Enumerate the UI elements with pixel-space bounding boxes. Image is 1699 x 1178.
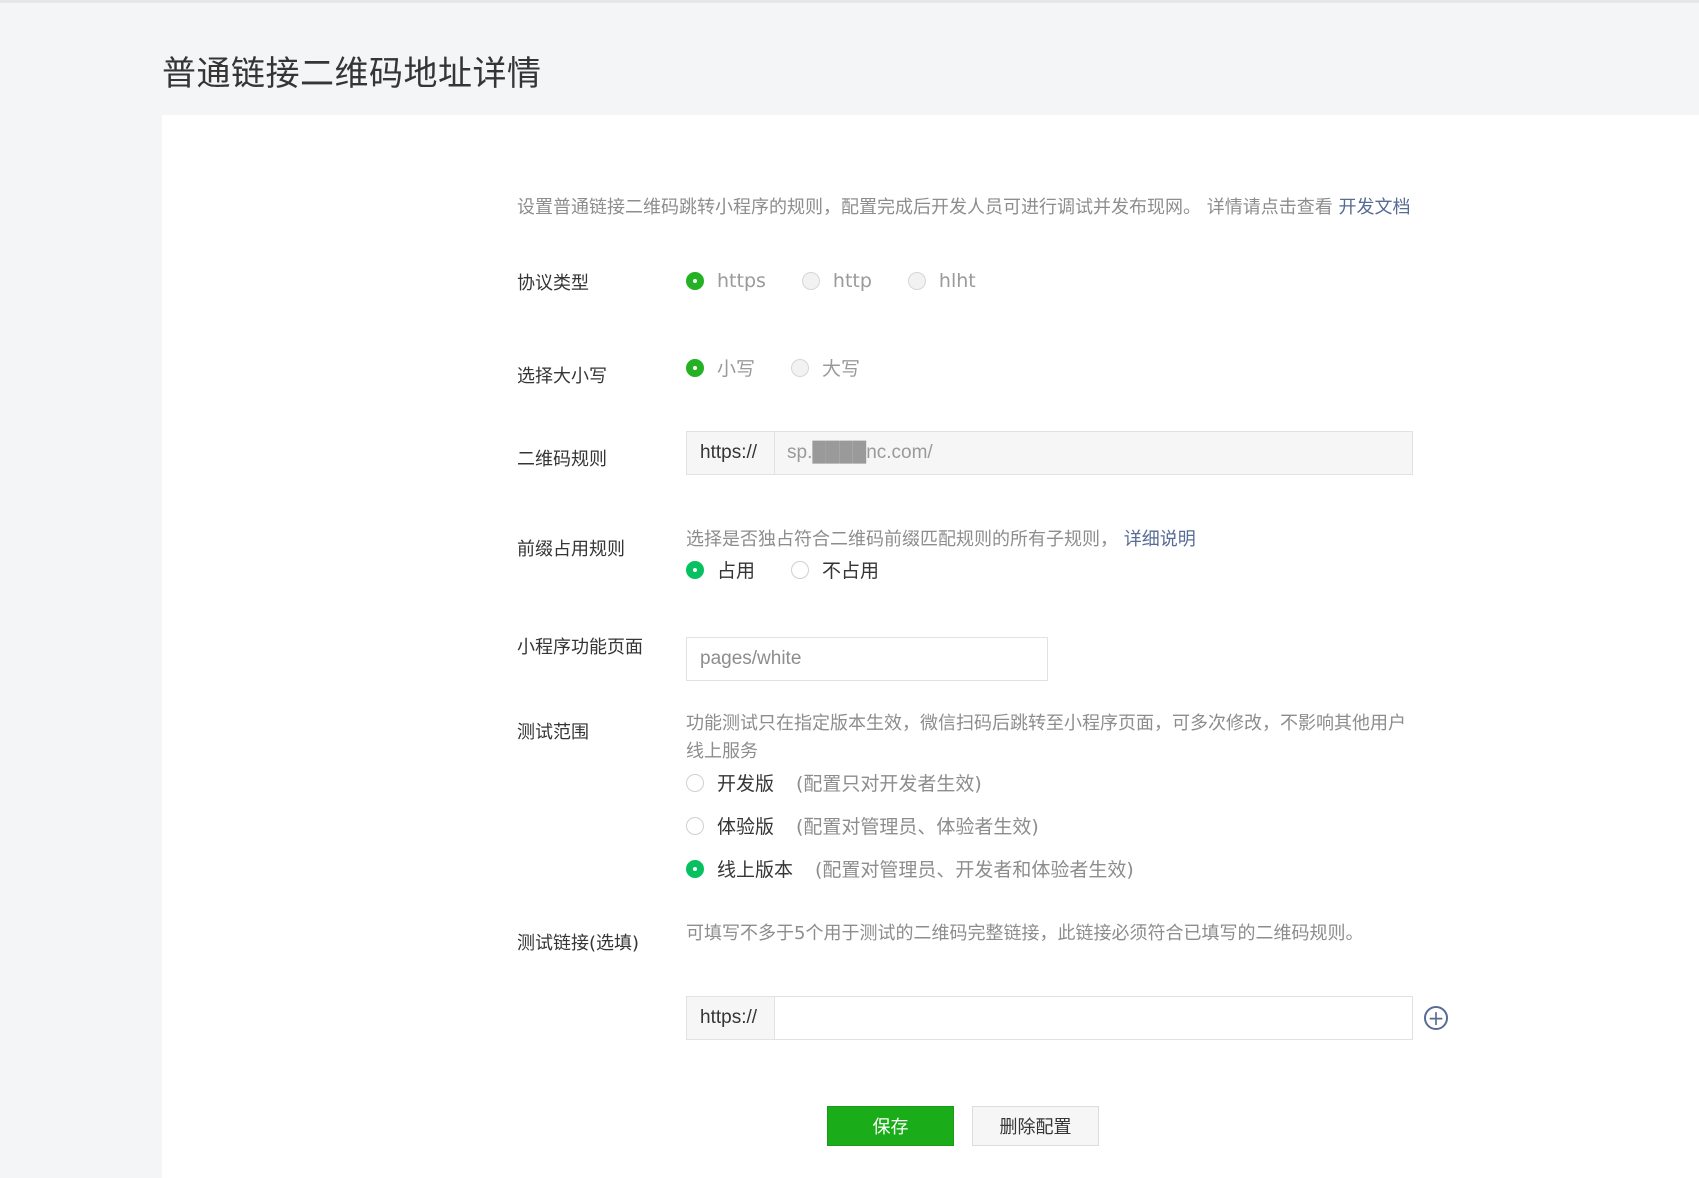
qr-rule-value: sp.████nc.com/ (787, 442, 933, 463)
scope-radio-release[interactable]: 线上版本 (配置对管理员、开发者和体验者生效) (686, 855, 1134, 882)
test-scope-label: 测试范围 (517, 722, 589, 743)
prefix-option-occupy[interactable]: 占用 (686, 556, 755, 583)
option-label: http (832, 270, 872, 292)
option-label: 大写 (822, 358, 861, 380)
prefix-rule-hint: 选择是否独占符合二维码前缀匹配规则的所有子规则， 详细说明 (686, 526, 1196, 554)
top-divider (0, 0, 1699, 3)
radio-icon (686, 859, 704, 878)
protocol-label: 协议类型 (517, 273, 589, 294)
option-note: (配置只对开发者生效) (796, 773, 982, 795)
test-link-hint: 可填写不多于5个用于测试的二维码完整链接，此链接必须符合已填写的二维码规则。 (686, 923, 1364, 944)
case-option-upper[interactable]: 大写 (791, 354, 860, 381)
radio-icon (686, 816, 704, 835)
radio-icon (801, 272, 820, 290)
prefix-rule-radio-group: 占用 不占用 (686, 556, 915, 583)
test-scope-hint: 功能测试只在指定版本生效，微信扫码后跳转至小程序页面，可多次修改，不影响其他用户… (686, 713, 1406, 762)
option-note: (配置对管理员、体验者生效) (796, 816, 1039, 838)
page-title: 普通链接二维码地址详情 (162, 54, 542, 94)
protocol-option-https[interactable]: https (686, 270, 766, 292)
details-link[interactable]: 详细说明 (1124, 529, 1196, 550)
mini-page-label: 小程序功能页面 (517, 637, 643, 658)
option-note: (配置对管理员、开发者和体验者生效) (815, 859, 1134, 881)
dev-docs-link[interactable]: 开发文档 (1338, 197, 1410, 218)
scope-option-trial[interactable]: 体验版 (配置对管理员、体验者生效) (686, 812, 1039, 839)
option-label: 体验版 (717, 816, 775, 838)
prefix-option-not-occupy[interactable]: 不占用 (791, 556, 879, 583)
radio-icon (686, 773, 704, 792)
plus-circle-icon[interactable]: + (1424, 1006, 1448, 1030)
scope-option-release[interactable]: 线上版本 (配置对管理员、开发者和体验者生效) (686, 855, 1134, 882)
protocol-radio-group: https http hlht (686, 270, 1012, 292)
qr-rule-field[interactable]: https:// sp.████nc.com/ (686, 431, 1413, 475)
case-option-lower[interactable]: 小写 (686, 354, 755, 381)
option-label: 占用 (717, 560, 756, 582)
protocol-option-http[interactable]: http (801, 270, 872, 292)
scope-option-dev[interactable]: 开发版 (配置只对开发者生效) (686, 769, 982, 796)
option-label: 小写 (717, 358, 756, 380)
option-label: 线上版本 (717, 859, 794, 881)
test-link-field[interactable]: https:// (686, 996, 1413, 1040)
option-label: https (717, 270, 766, 292)
option-label: 不占用 (822, 560, 880, 582)
test-link-label: 测试链接(选填) (517, 933, 640, 954)
option-label: hlht (938, 270, 976, 292)
radio-icon (907, 272, 926, 290)
save-button[interactable]: 保存 (827, 1106, 954, 1146)
letter-case-label: 选择大小写 (517, 366, 607, 387)
intro-text: 设置普通链接二维码跳转小程序的规则，配置完成后开发人员可进行调试并发布现网。 详… (517, 197, 1339, 218)
test-link-value[interactable] (775, 997, 1412, 1039)
mini-page-input[interactable]: pages/white (686, 637, 1048, 681)
radio-icon (686, 560, 704, 579)
test-link-prefix: https:// (687, 997, 775, 1039)
letter-case-radio-group: 小写 大写 (686, 354, 896, 381)
scope-radio-trial[interactable]: 体验版 (配置对管理员、体验者生效) (686, 812, 1039, 839)
radio-icon (686, 358, 704, 377)
scope-radio-dev[interactable]: 开发版 (配置只对开发者生效) (686, 769, 982, 796)
prefix-rule-label: 前缀占用规则 (517, 539, 625, 560)
radio-icon (686, 272, 704, 290)
radio-icon (791, 560, 810, 579)
option-label: 开发版 (717, 773, 775, 795)
protocol-option-hlht[interactable]: hlht (907, 270, 976, 292)
config-panel: 设置普通链接二维码跳转小程序的规则，配置完成后开发人员可进行调试并发布现网。 详… (162, 115, 1699, 1178)
prefix-rule-hint-text: 选择是否独占符合二维码前缀匹配规则的所有子规则， (686, 529, 1124, 550)
radio-icon (791, 358, 810, 377)
delete-config-button[interactable]: 删除配置 (972, 1106, 1099, 1146)
intro-description: 设置普通链接二维码跳转小程序的规则，配置完成后开发人员可进行调试并发布现网。 详… (517, 193, 1410, 219)
qr-rule-prefix: https:// (687, 432, 775, 474)
qr-rule-label: 二维码规则 (517, 449, 607, 470)
